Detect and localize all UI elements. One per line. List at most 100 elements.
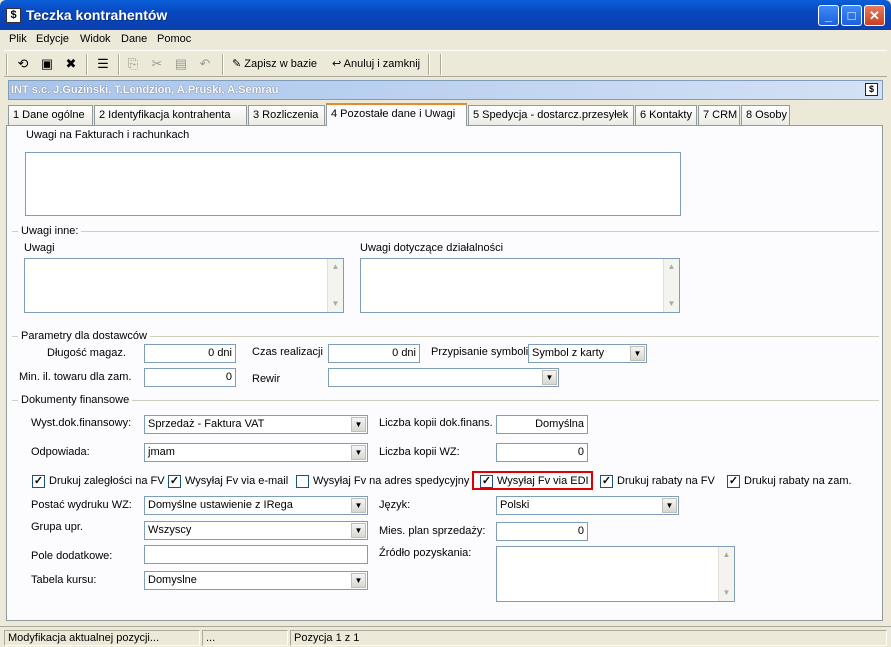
print-overdue-checkbox[interactable]: ✓: [32, 475, 45, 488]
save-to-db-button[interactable]: ✎ Zapisz w bazie: [232, 54, 317, 74]
minimize-button[interactable]: _: [818, 5, 839, 26]
book-icon: $: [6, 8, 21, 23]
tab-persons[interactable]: 8 Osoby: [741, 105, 790, 125]
menu-dane[interactable]: Dane: [121, 33, 147, 45]
print-discounts-order-label: Drukuj rabaty na zam.: [744, 475, 852, 487]
contractor-name: INT s.c. J.Guziński, T.Lendzion, A.Prusk…: [11, 84, 279, 96]
chevron-down-icon: ▼: [351, 445, 366, 460]
chevron-down-icon: ▼: [662, 498, 677, 513]
properties-icon[interactable]: ☰: [94, 55, 112, 73]
status-bar: Modyfikacja aktualnej pozycji... ... Poz…: [0, 626, 891, 647]
permission-group-label: Grupa upr.: [31, 521, 83, 533]
print-discounts-invoice-label: Drukuj rabaty na FV: [617, 475, 715, 487]
shipping-address-label: Wysyłaj Fv na adres spedycyjny: [313, 475, 470, 487]
menu-pomoc[interactable]: Pomoc: [157, 33, 191, 45]
menu-edycje[interactable]: Edycje: [36, 33, 69, 45]
invoice-notes-textarea[interactable]: [25, 152, 681, 216]
edi-invoice-checkbox[interactable]: ✓: [480, 475, 493, 488]
delete-icon[interactable]: ✖: [62, 55, 80, 73]
contractor-header: INT s.c. J.Guziński, T.Lendzion, A.Prusk…: [8, 80, 883, 100]
activity-notes-scrollbar[interactable]: ▲ ▼: [663, 259, 679, 312]
fin-copies-input[interactable]: Domyślna: [496, 415, 588, 434]
language-select[interactable]: Polski ▼: [496, 496, 679, 515]
email-invoice-checkbox[interactable]: ✓: [168, 475, 181, 488]
fin-copies-label: Liczba kopii dok.finans.: [379, 417, 493, 429]
realization-time-input[interactable]: 0 dni: [328, 344, 420, 363]
permission-group-select[interactable]: Wszyscy ▼: [144, 521, 368, 540]
chevron-down-icon: ▼: [351, 523, 366, 538]
wz-copies-label: Liczba kopii WZ:: [379, 446, 460, 458]
realization-time-label: Czas realizacji: [252, 346, 323, 358]
district-select[interactable]: ▼: [328, 368, 559, 387]
wz-print-label: Postać wydruku WZ:: [31, 499, 132, 511]
menu-widok[interactable]: Widok: [80, 33, 111, 45]
tab-shipping[interactable]: 5 Spedycja - dostarcz.przesyłek: [468, 105, 634, 125]
tab-contacts[interactable]: 6 Kontakty: [635, 105, 697, 125]
issue-doc-select[interactable]: Sprzedaż - Faktura VAT ▼: [144, 415, 368, 434]
undo-icon[interactable]: ↶: [196, 55, 214, 73]
wz-print-select[interactable]: Domyślne ustawienie z IRega ▼: [144, 496, 368, 515]
invoice-notes-label: Uwagi na Fakturach i rachunkach: [26, 129, 190, 141]
copy-icon[interactable]: ⎘: [124, 55, 142, 73]
chevron-down-icon: ▼: [351, 573, 366, 588]
tab-identification[interactable]: 2 Identyfikacja kontrahenta: [94, 105, 247, 125]
notes-scrollbar[interactable]: ▲ ▼: [327, 259, 343, 312]
source-scrollbar[interactable]: ▲ ▼: [718, 547, 734, 601]
symbol-assignment-select[interactable]: Symbol z karty ▼: [528, 344, 647, 363]
save-disk-icon[interactable]: ▣: [38, 55, 56, 73]
chevron-down-icon: ▼: [351, 498, 366, 513]
refresh-icon[interactable]: ⟲: [14, 55, 32, 73]
extra-field-input[interactable]: [144, 545, 368, 564]
status-ellipsis: ...: [202, 630, 288, 646]
shipping-address-checkbox[interactable]: [296, 475, 309, 488]
toolbar: ⟲ ▣ ✖ ☰ ⎘ ✂ ▤ ↶ ✎ Zapisz w bazie ↩ Anulu…: [4, 50, 887, 77]
responsible-label: Odpowiada:: [31, 446, 90, 458]
chevron-down-icon: ▼: [351, 417, 366, 432]
tab-settlements[interactable]: 3 Rozliczenia: [248, 105, 325, 125]
district-label: Rewir: [252, 373, 281, 385]
rate-table-label: Tabela kursu:: [31, 574, 97, 586]
responsible-select[interactable]: jmam ▼: [144, 443, 368, 462]
chevron-down-icon: ▼: [630, 346, 645, 361]
status-position: Pozycja 1 z 1: [290, 630, 887, 646]
rate-table-select[interactable]: Domyslne ▼: [144, 571, 368, 590]
email-invoice-label: Wysyłaj Fv via e-mail: [185, 475, 289, 487]
extra-field-label: Pole dodatkowe:: [31, 550, 113, 562]
paste-icon[interactable]: ▤: [172, 55, 190, 73]
tab-crm[interactable]: 7 CRM: [698, 105, 740, 125]
print-overdue-label: Drukuj zaległości na FV: [49, 475, 165, 487]
supplier-params-group: Parametry dla dostawców: [12, 330, 879, 342]
activity-notes-label: Uwagi dotyczące działalności: [360, 242, 504, 254]
financial-docs-group: Dokumenty finansowe: [12, 394, 879, 406]
cut-icon[interactable]: ✂: [148, 55, 166, 73]
activity-notes-textarea[interactable]: ▲ ▼: [360, 258, 680, 313]
status-message: Modyfikacja aktualnej pozycji...: [4, 630, 200, 646]
notes-textarea[interactable]: ▲ ▼: [24, 258, 344, 313]
cancel-close-button[interactable]: ↩ Anuluj i zamknij: [332, 54, 420, 74]
issue-doc-label: Wyst.dok.finansowy:: [31, 417, 132, 429]
min-qty-input[interactable]: 0: [144, 368, 236, 387]
notes-label: Uwagi: [24, 242, 55, 254]
tab-other-data[interactable]: 4 Pozostałe dane i Uwagi: [326, 103, 467, 126]
sales-plan-label: Mies. plan sprzedaży:: [379, 525, 486, 537]
storage-length-input[interactable]: 0 dni: [144, 344, 236, 363]
close-button[interactable]: ✕: [864, 5, 885, 26]
book-icon[interactable]: $: [865, 83, 878, 96]
save-icon: ✎: [232, 58, 242, 70]
tab-general[interactable]: 1 Dane ogólne: [8, 105, 93, 125]
sales-plan-input[interactable]: 0: [496, 522, 588, 541]
acquisition-source-textarea[interactable]: ▲ ▼: [496, 546, 735, 602]
symbol-assignment-label: Przypisanie symboli: [431, 346, 529, 358]
print-discounts-invoice-checkbox[interactable]: ✓: [600, 475, 613, 488]
min-qty-label: Min. il. towaru dla zam.: [19, 371, 132, 383]
other-notes-group: Uwagi inne:: [12, 225, 879, 237]
language-label: Język:: [379, 499, 411, 511]
storage-length-label: Długość magaz.: [47, 347, 126, 359]
menu-plik[interactable]: Plik: [9, 33, 27, 45]
maximize-button[interactable]: □: [841, 5, 862, 26]
title-bar[interactable]: $ Teczka kontrahentów _ □ ✕: [0, 0, 891, 30]
acquisition-source-label: Źródło pozyskania:: [379, 547, 472, 559]
wz-copies-input[interactable]: 0: [496, 443, 588, 462]
print-discounts-order-checkbox[interactable]: ✓: [727, 475, 740, 488]
window-title: Teczka kontrahentów: [26, 7, 168, 23]
